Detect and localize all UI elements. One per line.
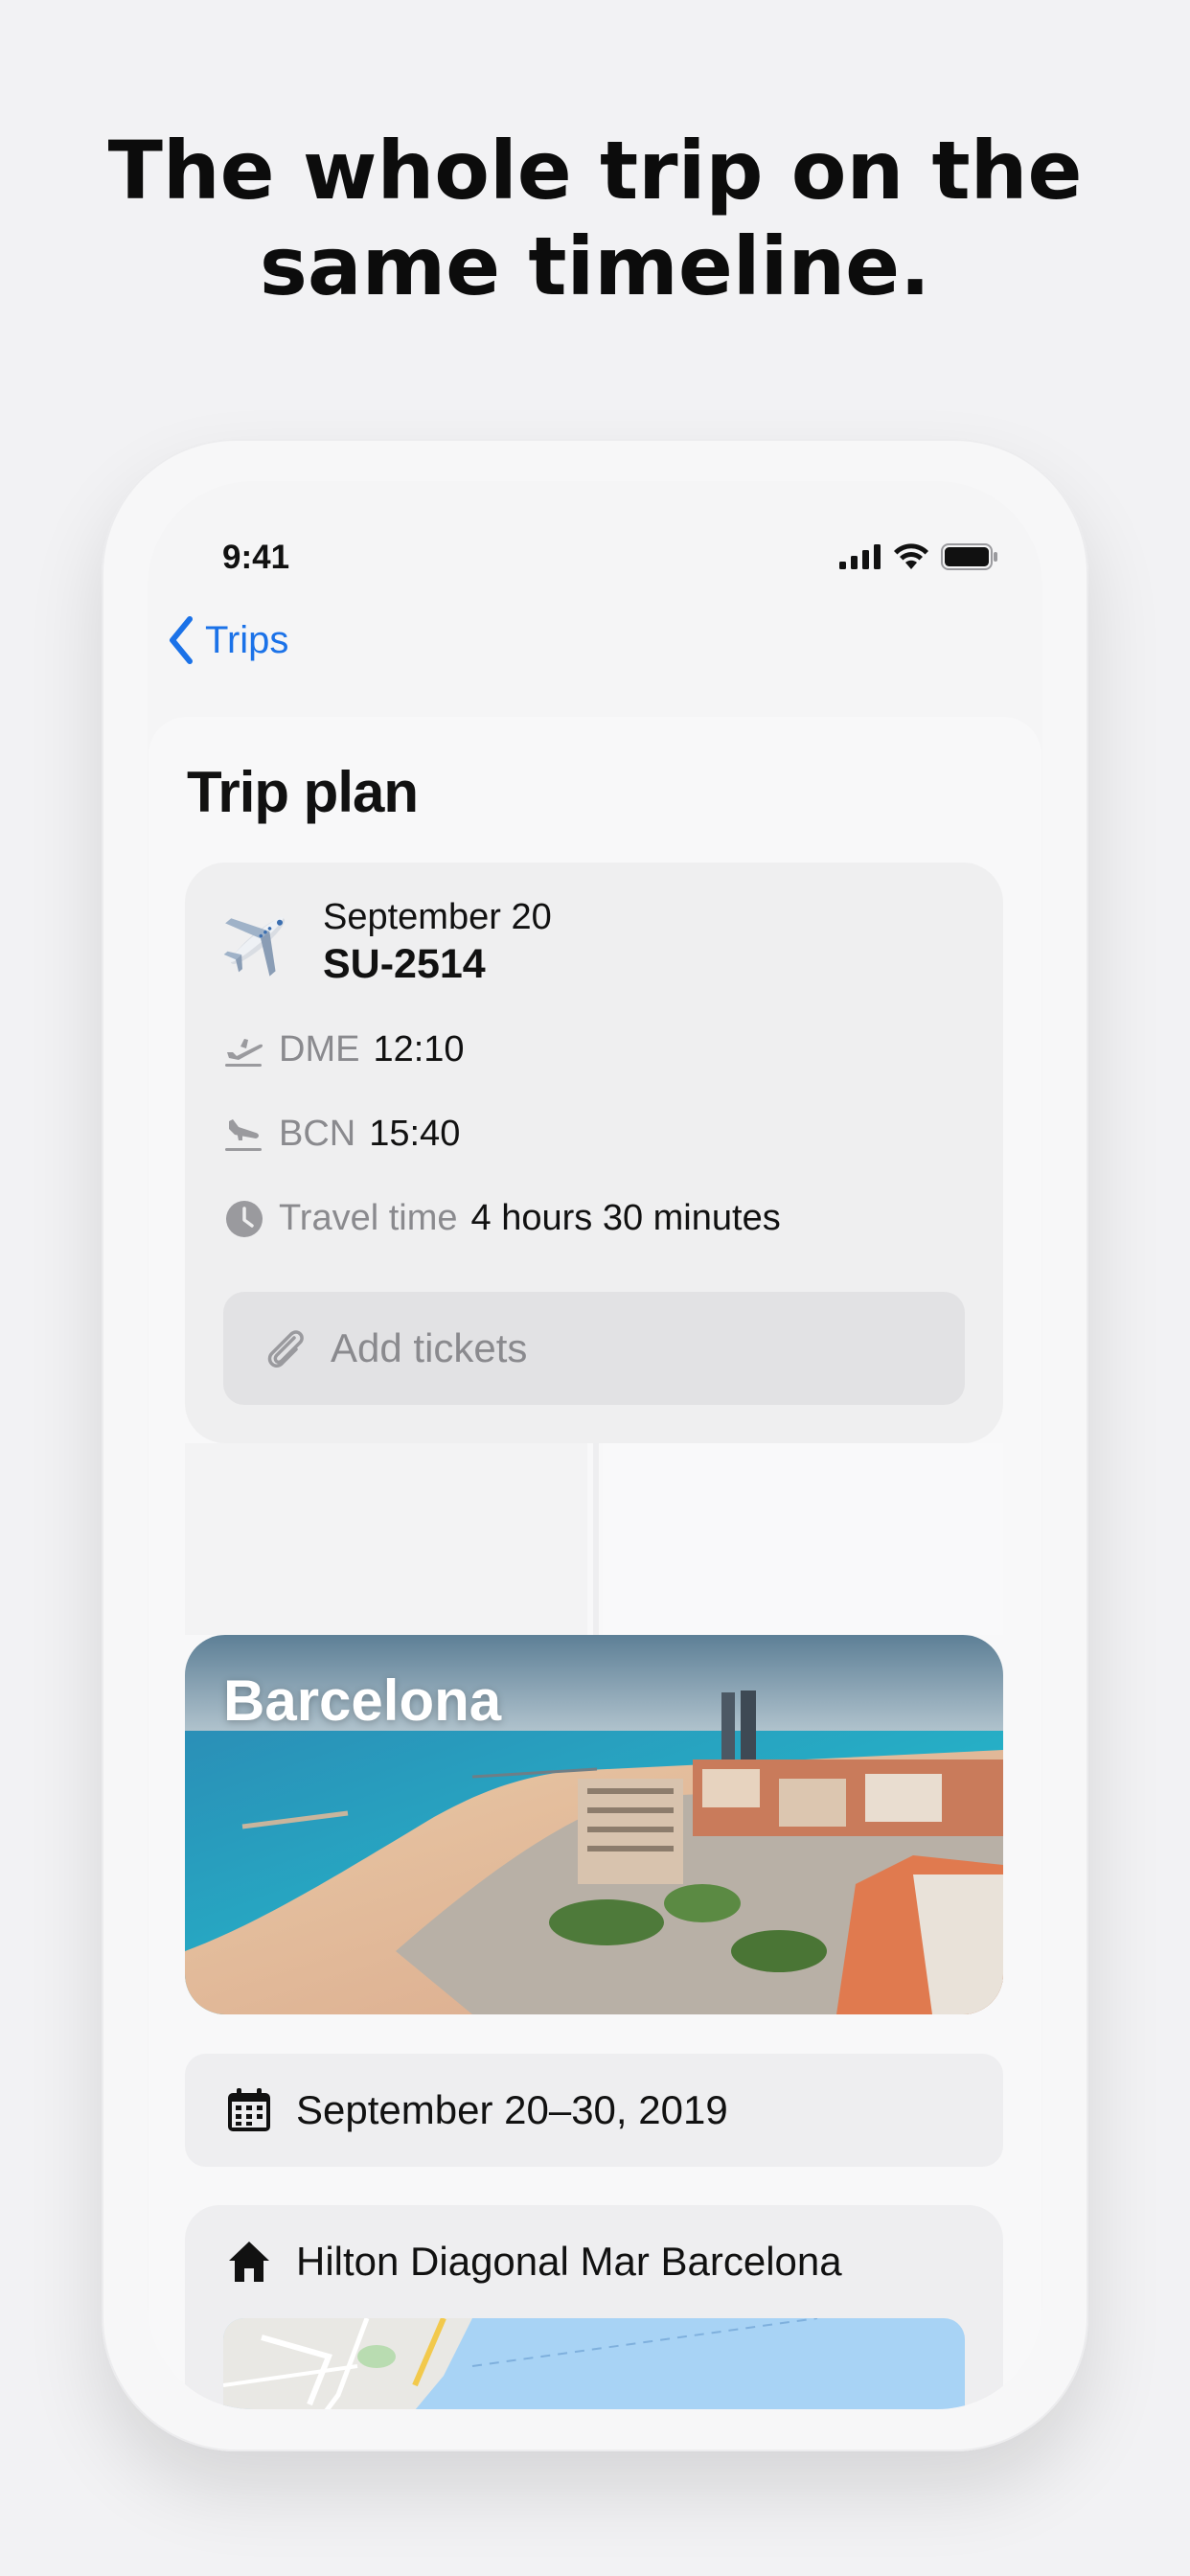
battery-icon	[941, 543, 997, 570]
takeoff-icon	[225, 1038, 263, 1067]
page-title: Trip plan	[187, 760, 419, 824]
trip-plan-sheet: Trip plan September 20 SU-2514 DME 12:10…	[149, 717, 1041, 2409]
headline-line-2: same timeline.	[259, 219, 931, 313]
chevron-left-icon	[170, 616, 193, 664]
back-button[interactable]: Trips	[167, 615, 288, 665]
destination-card[interactable]: Barcelona	[185, 1635, 1003, 2014]
travel-time-value: 4 hours 30 minutes	[470, 1198, 781, 1238]
departure-airport: DME	[279, 1029, 360, 1070]
back-button-label: Trips	[205, 618, 289, 661]
trip-dates: September 20–30, 2019	[296, 2087, 728, 2132]
house-icon	[229, 2242, 269, 2282]
flight-date: September 20	[323, 897, 552, 937]
headline: The whole trip on the same timeline.	[0, 123, 1190, 314]
hotel-row: Hilton Diagonal Mar Barcelona	[225, 2238, 842, 2286]
phone-screen: 9:41 Trips Trip plan September 20 SU-251…	[148, 481, 1042, 2409]
cellular-signal-icon	[839, 544, 881, 569]
timeline-background-right	[603, 1443, 1003, 1635]
arrival-airport: BCN	[279, 1114, 356, 1154]
hotel-map[interactable]	[223, 2318, 965, 2409]
arrival-time: 15:40	[369, 1114, 461, 1154]
departure-time: 12:10	[373, 1029, 465, 1070]
travel-time-row: Travel time 4 hours 30 minutes	[223, 1198, 781, 1239]
wifi-icon	[894, 543, 928, 569]
arrival-row: BCN 15:40	[223, 1114, 460, 1155]
add-tickets-label: Add tickets	[331, 1325, 528, 1370]
destination-city: Barcelona	[223, 1668, 502, 1733]
departure-row: DME 12:10	[223, 1029, 465, 1070]
add-tickets-button[interactable]: Add tickets	[223, 1292, 965, 1405]
hotel-name: Hilton Diagonal Mar Barcelona	[296, 2239, 842, 2284]
flight-card[interactable]: September 20 SU-2514 DME 12:10 BCN 15:40…	[185, 862, 1003, 1443]
status-icons	[839, 542, 998, 571]
travel-time-label: Travel time	[279, 1198, 458, 1238]
landing-icon	[225, 1118, 262, 1151]
calendar-icon	[228, 2088, 270, 2131]
trip-dates-card[interactable]: September 20–30, 2019	[185, 2054, 1003, 2167]
flight-number: SU-2514	[323, 941, 486, 987]
timeline-background	[185, 1443, 587, 1635]
phone-frame: 9:41 Trips Trip plan September 20 SU-251…	[102, 439, 1088, 2451]
paperclip-icon	[267, 1330, 304, 1368]
timeline-connector	[593, 1443, 599, 1635]
clock-icon	[226, 1200, 263, 1237]
hotel-card[interactable]: Hilton Diagonal Mar Barcelona	[185, 2205, 1003, 2409]
headline-line-1: The whole trip on the	[107, 124, 1083, 218]
airplane-emoji-icon	[223, 917, 286, 977]
map-image	[223, 2318, 965, 2409]
status-time: 9:41	[222, 539, 290, 576]
